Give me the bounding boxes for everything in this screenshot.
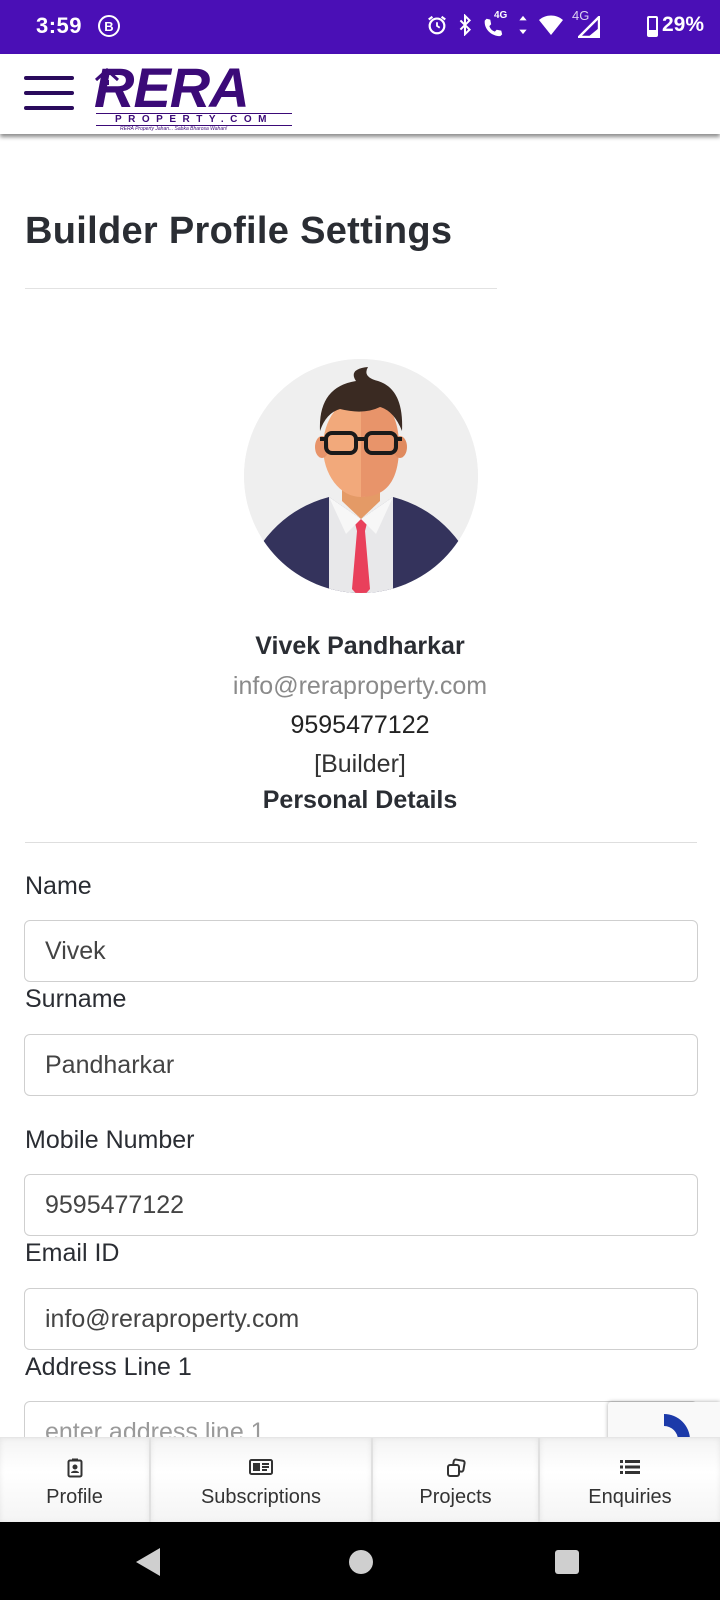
surname-label: Surname — [25, 985, 127, 1013]
profile-email: info@reraproperty.com — [232, 672, 488, 700]
logo-wordmark: RERA — [94, 56, 250, 119]
logo-subtext: PROPERTY.COM — [96, 113, 292, 126]
nav-item-enquiries[interactable]: Enquiries — [540, 1438, 720, 1523]
data-arrows-icon — [519, 15, 527, 35]
battery-icon — [647, 16, 658, 37]
profile-mobile: 9595477122 — [290, 711, 430, 739]
mobile-number-label: Mobile Number — [25, 1126, 195, 1154]
home-icon[interactable] — [349, 1550, 373, 1574]
profile-badge-icon — [0, 1458, 149, 1483]
alarm-icon — [428, 15, 446, 35]
nav-label-profile: Profile — [46, 1486, 103, 1508]
avatar — [244, 359, 478, 593]
bottom-navigation: Profile Subscriptions Projects Enquiries — [0, 1437, 720, 1523]
battery-fill — [649, 30, 656, 35]
name-field[interactable] — [24, 920, 698, 982]
signal-icon: 4G — [572, 8, 600, 38]
name-label: Name — [25, 872, 92, 900]
address-line-1-label: Address Line 1 — [25, 1353, 192, 1381]
nav-item-projects[interactable]: Projects — [373, 1438, 540, 1523]
recent-apps-icon[interactable] — [555, 1550, 579, 1574]
profile-name: Vivek Pandharkar — [255, 632, 465, 660]
title-divider — [25, 288, 497, 289]
volte-call-icon: 4G — [482, 10, 508, 37]
surname-field[interactable] — [24, 1034, 698, 1096]
back-icon[interactable] — [136, 1548, 160, 1576]
logo-tagline: RERA Property Jahan... Sabka Bharosa Wah… — [120, 126, 228, 132]
page-title: Builder Profile Settings — [25, 210, 453, 252]
nav-label-subscriptions: Subscriptions — [200, 1486, 322, 1508]
section-divider — [25, 842, 697, 843]
battery-percent: 29% — [661, 13, 704, 36]
app-header: RERA PROPERTY.COM RERA Property Jahan...… — [0, 54, 720, 134]
nav-item-subscriptions[interactable]: Subscriptions — [151, 1438, 373, 1523]
mobile-number-field[interactable] — [24, 1174, 698, 1236]
profile-role: [Builder] — [314, 750, 406, 778]
email-id-field[interactable] — [24, 1288, 698, 1350]
status-icons: 4G 4G — [426, 8, 600, 38]
status-time: 3:59 — [36, 13, 83, 38]
copy-icon — [373, 1458, 538, 1483]
wifi-icon — [539, 15, 563, 35]
list-icon — [540, 1458, 720, 1481]
bluetooth-icon — [459, 14, 472, 36]
rera-property-logo[interactable]: RERA PROPERTY.COM RERA Property Jahan...… — [92, 58, 302, 132]
id-card-icon — [151, 1458, 371, 1481]
nav-label-projects: Projects — [419, 1486, 492, 1508]
network-type-label: 4G — [494, 10, 508, 21]
system-navigation-bar — [0, 1522, 720, 1600]
personal-details-heading: Personal Details — [262, 786, 458, 814]
status-bar: 3:59 B 4G 4G 29% — [0, 0, 720, 54]
nav-label-enquiries: Enquiries — [588, 1486, 672, 1508]
hamburger-icon[interactable] — [24, 76, 74, 110]
b-badge-icon: B — [98, 15, 120, 37]
email-id-label: Email ID — [25, 1239, 120, 1267]
nav-item-profile[interactable]: Profile — [0, 1438, 151, 1523]
